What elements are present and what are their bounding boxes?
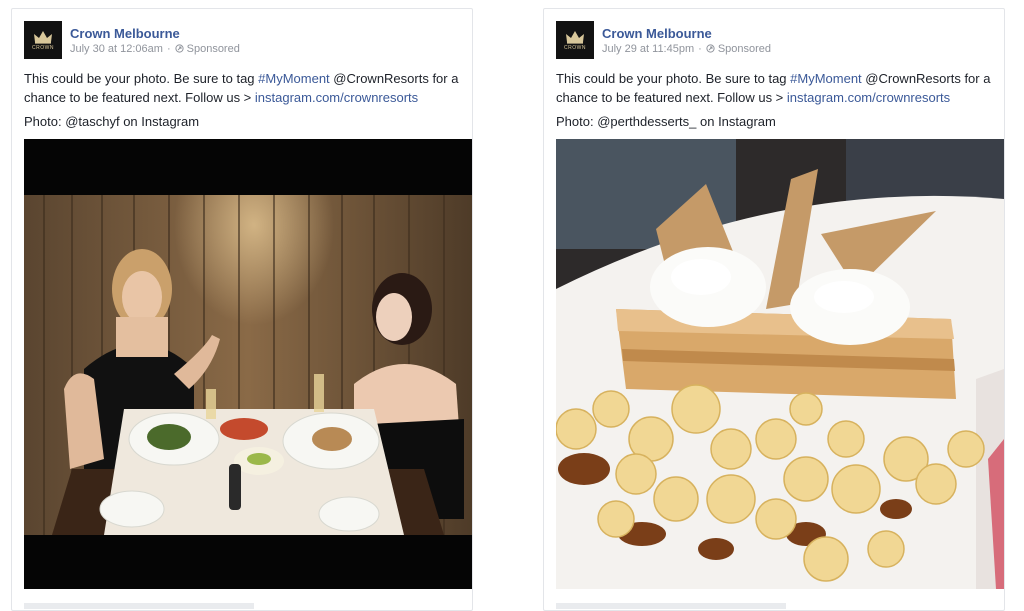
crown-logo-avatar[interactable]: CROWN: [24, 21, 62, 59]
photo-credit: Photo: @taschyf on Instagram: [24, 114, 200, 129]
page-name-link[interactable]: Crown Melbourne: [602, 25, 771, 42]
sponsored-label[interactable]: Sponsored: [187, 42, 240, 56]
post-header: CROWN Crown Melbourne July 29 at 11:45pm…: [556, 21, 771, 59]
post-caption: This could be your photo. Be sure to tag…: [556, 71, 991, 105]
crown-icon: [566, 30, 584, 44]
post-photo-dessert[interactable]: [556, 139, 1004, 589]
sponsored-post-2: CROWN Crown Melbourne July 29 at 11:45pm…: [543, 8, 1005, 611]
crown-logo-avatar[interactable]: CROWN: [556, 21, 594, 59]
dining-photo-illustration: [24, 139, 472, 589]
hashtag-link[interactable]: #MyMoment: [258, 71, 330, 86]
sponsored-label[interactable]: Sponsored: [718, 42, 771, 56]
hashtag-link[interactable]: #MyMoment: [790, 71, 862, 86]
sponsored-post-1: CROWN Crown Melbourne July 30 at 12:06am…: [11, 8, 473, 611]
logo-text: CROWN: [32, 44, 54, 51]
page-name-link[interactable]: Crown Melbourne: [70, 25, 240, 42]
dessert-photo-illustration: [556, 139, 1004, 589]
instagram-link[interactable]: instagram.com/crownresorts: [787, 90, 950, 105]
instagram-link[interactable]: instagram.com/crownresorts: [255, 90, 418, 105]
post-photo-dining[interactable]: [24, 139, 472, 589]
post-meta: July 30 at 12:06am · Sponsored: [70, 42, 240, 56]
timestamp[interactable]: July 30 at 12:06am: [70, 42, 163, 56]
post-footer-placeholder: [24, 603, 254, 609]
crown-icon: [34, 30, 52, 44]
post-caption: This could be your photo. Be sure to tag…: [24, 71, 459, 105]
logo-text: CROWN: [564, 44, 586, 51]
sponsored-icon: [175, 44, 184, 53]
timestamp[interactable]: July 29 at 11:45pm: [602, 42, 694, 56]
post-footer-placeholder: [556, 603, 786, 609]
post-header: CROWN Crown Melbourne July 30 at 12:06am…: [24, 21, 240, 59]
photo-credit: Photo: @perthdesserts_ on Instagram: [556, 114, 776, 129]
post-meta: July 29 at 11:45pm · Sponsored: [602, 42, 772, 56]
sponsored-icon: [706, 44, 715, 53]
